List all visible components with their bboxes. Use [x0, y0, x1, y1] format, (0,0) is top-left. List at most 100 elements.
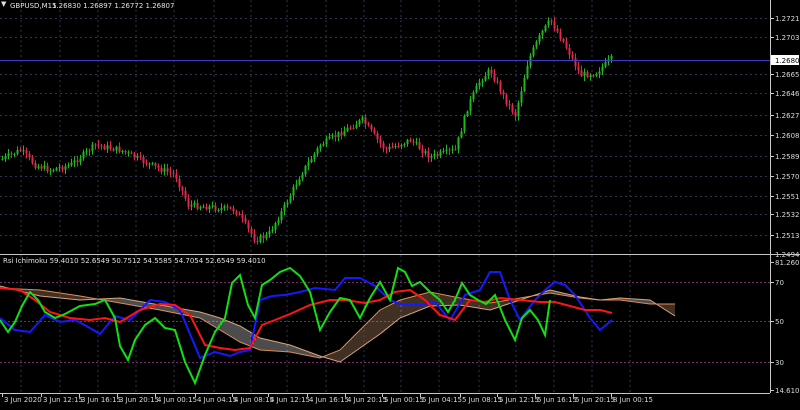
candle-body — [163, 168, 166, 172]
candle-body — [232, 208, 235, 212]
candle-body — [442, 150, 445, 152]
candle-body — [412, 141, 415, 143]
price-tick-label: 1.26460 — [775, 90, 800, 98]
candle-body — [370, 125, 373, 130]
price-tick-label: 1.26080 — [775, 132, 800, 140]
candle-body — [58, 167, 61, 169]
candle-body — [421, 148, 424, 153]
candle-body — [241, 214, 244, 219]
candle-body — [331, 135, 334, 137]
level-tick-label: 30 — [775, 359, 784, 367]
chart-canvas[interactable]: ▼ GBPUSD,M15 1.26830 1.26897 1.26772 1.2… — [0, 0, 800, 406]
candle-body — [418, 142, 421, 149]
candle-body — [130, 152, 133, 154]
candle-body — [61, 167, 64, 170]
time-tick-label: 5 Jun 12:15 — [499, 396, 539, 404]
level-tick-label: 14.6105 — [775, 387, 800, 395]
candle-body — [511, 104, 514, 113]
candle-body — [295, 184, 298, 187]
candle-body — [40, 166, 43, 169]
candle-body — [85, 150, 88, 152]
ohlc-values: 1.26830 1.26897 1.26772 1.26807 — [52, 2, 174, 10]
candle-body — [244, 218, 247, 223]
candlesticks — [1, 16, 613, 245]
candle-body — [151, 163, 154, 165]
candle-body — [148, 163, 151, 165]
candle-body — [574, 58, 577, 67]
candle-body — [379, 139, 382, 144]
price-axis[interactable]: 1.27215 1.27030 1.26650 1.26460 1.26270 1.260… — [770, 15, 800, 259]
candle-body — [517, 102, 520, 117]
candle-body — [67, 165, 70, 167]
candle-body — [277, 220, 280, 224]
candle-body — [466, 111, 469, 116]
candle-body — [499, 82, 502, 92]
candle-body — [247, 222, 250, 229]
candle-body — [169, 171, 172, 173]
candle-body — [271, 229, 274, 232]
candle-body — [175, 173, 178, 180]
price-tick-label: 1.26270 — [775, 112, 800, 120]
candle-body — [133, 153, 136, 158]
rsi-line — [0, 266, 551, 386]
level-tick-label: 70 — [775, 279, 784, 287]
candle-body — [403, 143, 406, 145]
candle-body — [349, 127, 352, 129]
candle-body — [292, 186, 295, 196]
candle-body — [298, 179, 301, 185]
candle-body — [238, 213, 241, 215]
candle-body — [514, 112, 517, 117]
candle-body — [106, 145, 109, 150]
candle-body — [205, 206, 208, 210]
candle-body — [208, 206, 211, 210]
candle-body — [382, 143, 385, 149]
candle-body — [352, 127, 355, 129]
candle-body — [286, 202, 289, 205]
candle-body — [406, 139, 409, 144]
candle-body — [460, 131, 463, 138]
candle-body — [541, 31, 544, 36]
candle-body — [139, 156, 142, 158]
candle-body — [253, 233, 256, 241]
candle-body — [397, 145, 400, 147]
main-chart-grid — [0, 0, 770, 393]
candle-body — [409, 139, 412, 142]
level-tick-label: 81.2602 — [775, 259, 800, 267]
candle-body — [544, 25, 547, 32]
candle-body — [373, 129, 376, 134]
candle-body — [46, 165, 49, 172]
candle-body — [502, 91, 505, 95]
candle-body — [367, 124, 370, 126]
time-tick-label: 3 Jun 2020 — [4, 396, 42, 404]
time-tick-label: 4 Jun 12:15 — [270, 396, 310, 404]
candle-body — [64, 166, 67, 170]
candle-body — [325, 138, 328, 145]
candle-body — [520, 91, 523, 103]
price-tick-label: 1.25510 — [775, 193, 800, 201]
candle-body — [400, 144, 403, 147]
price-tick-label: 1.27215 — [775, 15, 800, 23]
candle-body — [262, 235, 265, 239]
candle-body — [91, 144, 94, 152]
indicator-lines — [0, 266, 676, 386]
candle-body — [433, 153, 436, 157]
candle-body — [448, 149, 451, 151]
candle-body — [103, 146, 106, 150]
candle-body — [598, 71, 601, 74]
candle-body — [580, 70, 583, 77]
candle-body — [490, 69, 493, 74]
indicator-axis[interactable]: 81.2602 70 50 30 14.6105 — [770, 259, 800, 395]
candle-body — [559, 31, 562, 40]
candle-body — [217, 209, 220, 211]
time-tick-label: 5 Jun 16:15 — [537, 396, 577, 404]
candle-body — [361, 117, 364, 121]
candle-body — [475, 85, 478, 93]
candle-body — [226, 206, 229, 208]
candle-body — [52, 170, 55, 172]
candle-body — [550, 20, 553, 22]
candle-body — [181, 187, 184, 191]
candle-body — [385, 148, 388, 150]
triangle-down-icon[interactable]: ▼ — [1, 0, 7, 8]
time-axis[interactable]: 3 Jun 2020 3 Jun 12:153 Jun 16:153 Jun 20… — [2, 393, 654, 404]
candle-body — [7, 153, 10, 156]
